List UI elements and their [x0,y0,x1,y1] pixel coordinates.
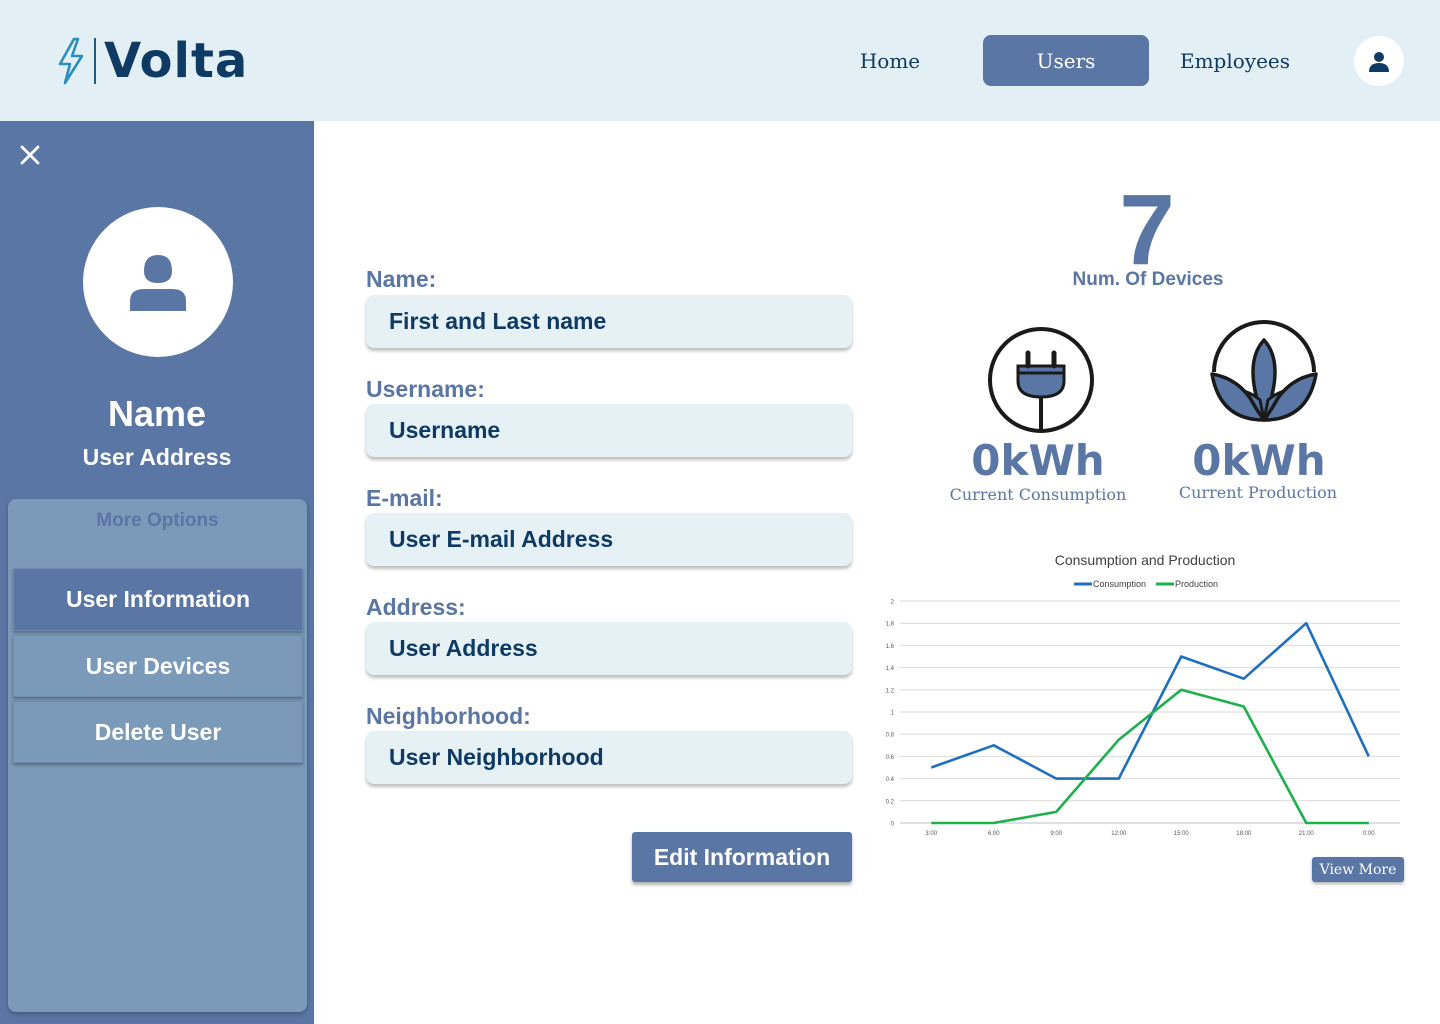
user-icon [130,255,186,311]
y-tick-label: 1.4 [886,666,895,672]
username-field[interactable]: Username [366,404,852,457]
logo-divider [94,38,96,84]
profile-button[interactable] [1354,36,1404,86]
address-field[interactable]: User Address [366,622,852,675]
series-line-consumption [930,621,1370,780]
lotus-icon [1210,320,1318,422]
name-field[interactable]: First and Last name [366,295,852,348]
logo-text: Volta [104,33,249,89]
nav-employees[interactable]: Employees [1165,35,1305,86]
y-tick-label: 0.2 [886,799,895,805]
bolt-icon [58,37,84,85]
option-delete-user[interactable]: Delete User [13,701,303,763]
edit-information-button[interactable]: Edit Information [632,832,852,882]
x-tick-label: 9:00 [1050,831,1062,837]
y-tick-label: 0.8 [886,733,895,739]
user-sidebar: Name User Address More Options User Info… [0,121,314,1024]
device-count: 7 [1119,174,1175,286]
address-label: Address: [366,594,466,620]
y-tick-label: 1.2 [886,688,895,694]
legend-label-production: Production [1175,579,1218,589]
y-tick-label: 2 [891,600,895,606]
nav-users[interactable]: Users [983,35,1149,86]
x-tick-label: 0:00 [1363,831,1375,837]
y-tick-label: 1 [891,711,895,717]
x-tick-label: 18:00 [1236,831,1252,837]
email-field[interactable]: User E-mail Address [366,513,852,566]
device-count-label: Num. Of Devices [1072,269,1224,290]
y-tick-label: 0.6 [886,755,895,761]
user-name: Name [107,393,207,434]
close-button[interactable] [16,141,44,169]
nav-home[interactable]: Home [840,35,940,86]
close-icon [20,145,40,165]
top-header: Volta Home Users Employees [0,0,1440,121]
x-tick-label: 12:00 [1111,831,1127,837]
legend-label-consumption: Consumption [1093,579,1146,589]
view-more-button[interactable]: View More [1312,857,1404,882]
y-tick-label: 1.6 [886,644,895,650]
username-label: Username: [366,376,485,402]
production-label: Current Production [1178,483,1338,502]
avatar [83,207,233,357]
plug-icon [988,327,1094,433]
production-value: 0kWh [1192,436,1326,485]
y-tick-label: 0.4 [886,777,895,783]
more-options-title: More Options [96,510,219,531]
chart-title: Consumption and Production [1055,552,1236,568]
y-tick-label: 1.8 [886,622,895,628]
user-address: User Address [82,444,232,470]
x-tick-label: 6:00 [988,831,1000,837]
consumption-value: 0kWh [971,436,1105,485]
x-tick-label: 3:00 [925,831,937,837]
option-user-information[interactable]: User Information [13,568,303,631]
neighborhood-label: Neighborhood: [366,703,531,729]
email-label: E-mail: [366,485,443,511]
consumption-label: Current Consumption [949,485,1127,504]
more-options-panel: More Options User Information User Devic… [8,499,307,1012]
y-tick-label: 0 [891,822,895,828]
name-label: Name: [366,266,437,292]
option-user-devices[interactable]: User Devices [13,635,303,697]
user-icon [1369,52,1389,72]
volta-logo[interactable]: Volta [54,34,269,88]
x-tick-label: 21:00 [1299,831,1315,837]
consumption-production-chart: Consumption and Production Consumption Pro… [886,552,1400,837]
x-tick-label: 15:00 [1174,831,1190,837]
neighborhood-field[interactable]: User Neighborhood [366,731,852,784]
